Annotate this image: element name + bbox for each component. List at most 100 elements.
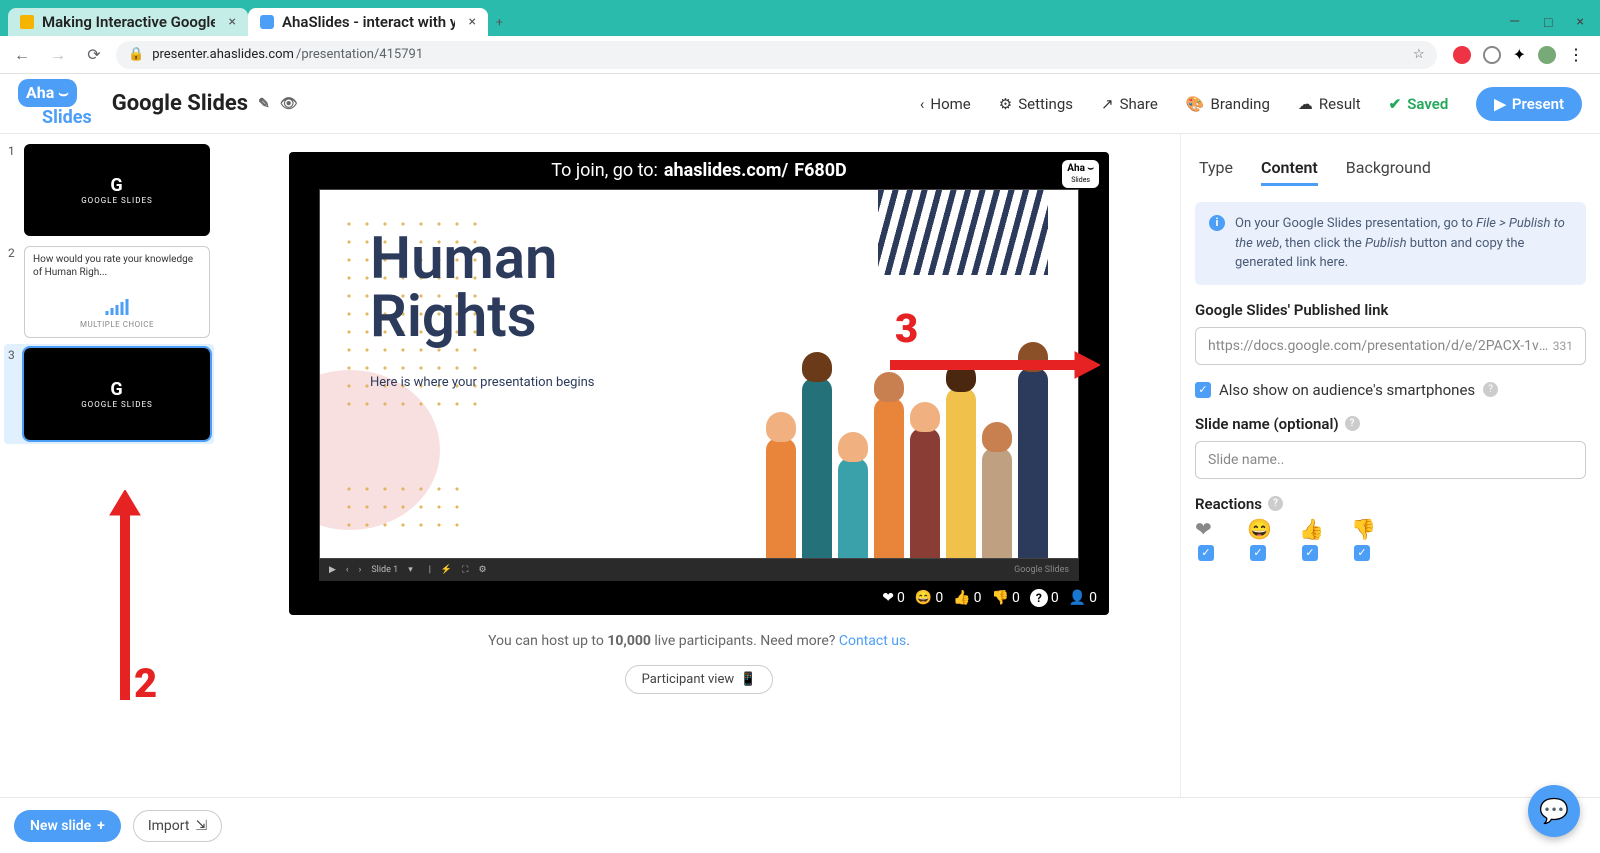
play-icon[interactable]: ▶ (329, 565, 336, 575)
dropdown-icon[interactable]: ▾ (408, 565, 413, 575)
reactions-config: ❤✓ 😄✓ 👍✓ 👎✓ (1195, 517, 1586, 561)
reaction-dislike[interactable]: 👎0 (992, 590, 1020, 606)
saved-status: ✔Saved (1389, 95, 1449, 113)
slide-canvas: To join, go to: ahaslides.com/F680D Aha … (218, 134, 1180, 853)
nav-result[interactable]: ☁Result (1298, 95, 1361, 113)
close-icon[interactable]: × (229, 14, 236, 30)
tab-type[interactable]: Type (1199, 152, 1233, 186)
nav-share[interactable]: ↗Share (1101, 95, 1158, 113)
reaction-heart[interactable]: ❤0 (882, 590, 905, 606)
tab-label: AhaSlides - interact with your au (282, 13, 455, 31)
gs-logo: GGOOGLE SLIDES (81, 379, 153, 409)
presentation-title: Google Slides ✎ 👁 (112, 91, 298, 116)
reaction-question[interactable]: ?0 (1030, 589, 1059, 607)
browser-tab-2[interactable]: AhaSlides - interact with your au × (248, 8, 488, 36)
browser-tab-1[interactable]: Making Interactive Google Slides × (8, 8, 248, 36)
chat-fab[interactable]: 💬 (1528, 785, 1580, 837)
plus-icon: + (97, 818, 105, 834)
next-icon[interactable]: › (359, 565, 362, 575)
maximize-icon[interactable]: □ (1544, 14, 1552, 31)
slide-number: 1 (8, 144, 18, 236)
person-icon: 👤 (1069, 590, 1086, 606)
new-slide-button[interactable]: New slide+ (14, 810, 121, 842)
published-link-input[interactable]: https://docs.google.com/presentation/d/e… (1195, 327, 1586, 365)
ahaslides-logo[interactable]: Aha ⌣ Slides (18, 79, 92, 128)
published-link-label: Google Slides' Published link (1195, 301, 1586, 319)
ext-icon[interactable] (1483, 46, 1501, 64)
slide-type-label: MULTIPLE CHOICE (25, 320, 209, 329)
title-text: Google Slides (112, 91, 248, 116)
help-icon[interactable]: ? (1268, 496, 1283, 511)
main-area: 1 GGOOGLE SLIDES 2 How would you rate yo… (0, 134, 1600, 853)
slide-thumbnail-2[interactable]: 2 How would you rate your knowledge of H… (8, 246, 210, 338)
slide-name-input[interactable]: Slide name.. (1195, 441, 1586, 479)
app-header: Aha ⌣ Slides Google Slides ✎ 👁 ‹Home ⚙Se… (0, 74, 1600, 134)
reload-icon[interactable]: ⟳ (80, 41, 108, 69)
nav-home[interactable]: ‹Home (920, 95, 971, 113)
embed-brand: Google Slides (1014, 565, 1069, 575)
back-icon[interactable]: ← (8, 41, 36, 69)
phone-icon: 📱 (740, 672, 756, 687)
nav-branding[interactable]: 🎨Branding (1186, 95, 1270, 113)
cloud-icon: ☁ (1298, 95, 1313, 113)
slide-indicator: Slide 1 (371, 565, 398, 575)
prev-icon[interactable]: ‹ (346, 565, 349, 575)
bars-icon (106, 299, 129, 315)
forward-icon[interactable]: → (44, 41, 72, 69)
slide-thumbnail-3[interactable]: 3 GGOOGLE SLIDES (4, 344, 214, 444)
close-icon[interactable]: × (469, 14, 476, 30)
tab-background[interactable]: Background (1346, 152, 1431, 186)
chevron-left-icon: ‹ (920, 95, 925, 113)
favicon-icon (260, 15, 274, 29)
right-panel: Type Content Background i On your Google… (1180, 134, 1600, 853)
minimize-icon[interactable]: — (1509, 14, 1520, 31)
gs-logo: GGOOGLE SLIDES (81, 175, 153, 205)
heart-icon: ❤ (1195, 517, 1217, 539)
reaction-dislike-checkbox[interactable]: ✓ (1354, 545, 1370, 561)
edit-icon[interactable]: ✎ (258, 96, 270, 112)
show-smartphones-checkbox[interactable]: ✓ Also show on audience's smartphones ? (1195, 381, 1586, 399)
profile-avatar-icon[interactable] (1538, 46, 1556, 64)
new-tab-button[interactable]: + (488, 8, 511, 36)
settings-icon[interactable]: ⚙ (478, 565, 486, 575)
present-button[interactable]: ▶Present (1476, 87, 1582, 121)
reaction-laugh[interactable]: 😄0 (915, 590, 943, 606)
help-icon[interactable]: ? (1483, 382, 1498, 397)
reactions-label: Reactions? (1195, 495, 1586, 513)
tab-content[interactable]: Content (1261, 152, 1318, 186)
ext-icon[interactable] (1453, 46, 1471, 64)
host-limit-text: You can host up to 10,000 live participa… (488, 633, 910, 649)
reaction-like[interactable]: 👍0 (953, 590, 981, 606)
pointer-icon[interactable]: ⚡ (441, 565, 452, 575)
url-input[interactable]: 🔒 presenter.ahaslides.com/presentation/4… (116, 41, 1437, 69)
info-box: i On your Google Slides presentation, go… (1195, 202, 1586, 285)
import-button[interactable]: Import⇲ (133, 810, 222, 842)
panel-tabs: Type Content Background (1195, 152, 1586, 186)
extensions-puzzle-icon[interactable]: ✦ (1513, 45, 1526, 64)
address-bar: ← → ⟳ 🔒 presenter.ahaslides.com/presenta… (0, 36, 1600, 74)
close-window-icon[interactable]: × (1577, 14, 1584, 31)
gear-icon: ⚙ (999, 95, 1012, 113)
reaction-heart-checkbox[interactable]: ✓ (1198, 545, 1214, 561)
top-nav: ‹Home ⚙Settings ↗Share 🎨Branding ☁Result… (920, 87, 1582, 121)
bookmark-star-icon[interactable]: ☆ (1413, 47, 1425, 62)
participant-view-button[interactable]: Participant view📱 (625, 665, 774, 694)
contact-link[interactable]: Contact us (839, 633, 906, 649)
slide-subtitle: Here is where your presentation begins (370, 375, 595, 390)
placeholder-text: Slide name.. (1208, 452, 1284, 468)
slide-thumbnail-1[interactable]: 1 GGOOGLE SLIDES (8, 144, 210, 236)
join-prefix: To join, go to: (551, 160, 658, 181)
nav-settings[interactable]: ⚙Settings (999, 95, 1073, 113)
window-titlebar (0, 0, 1600, 8)
join-host: ahaslides.com/ (664, 160, 788, 181)
eye-icon[interactable]: 👁 (280, 96, 298, 112)
reaction-like-checkbox[interactable]: ✓ (1302, 545, 1318, 561)
fullscreen-icon[interactable]: ⛶ (462, 565, 468, 575)
chat-icon: 💬 (1539, 797, 1569, 825)
kebab-menu-icon[interactable]: ⋮ (1568, 45, 1584, 64)
heart-icon: ❤ (882, 590, 894, 606)
browser-tabs: Making Interactive Google Slides × AhaSl… (0, 8, 1600, 36)
reaction-laugh-checkbox[interactable]: ✓ (1250, 545, 1266, 561)
slide-number: 2 (8, 246, 18, 338)
help-icon[interactable]: ? (1345, 416, 1360, 431)
